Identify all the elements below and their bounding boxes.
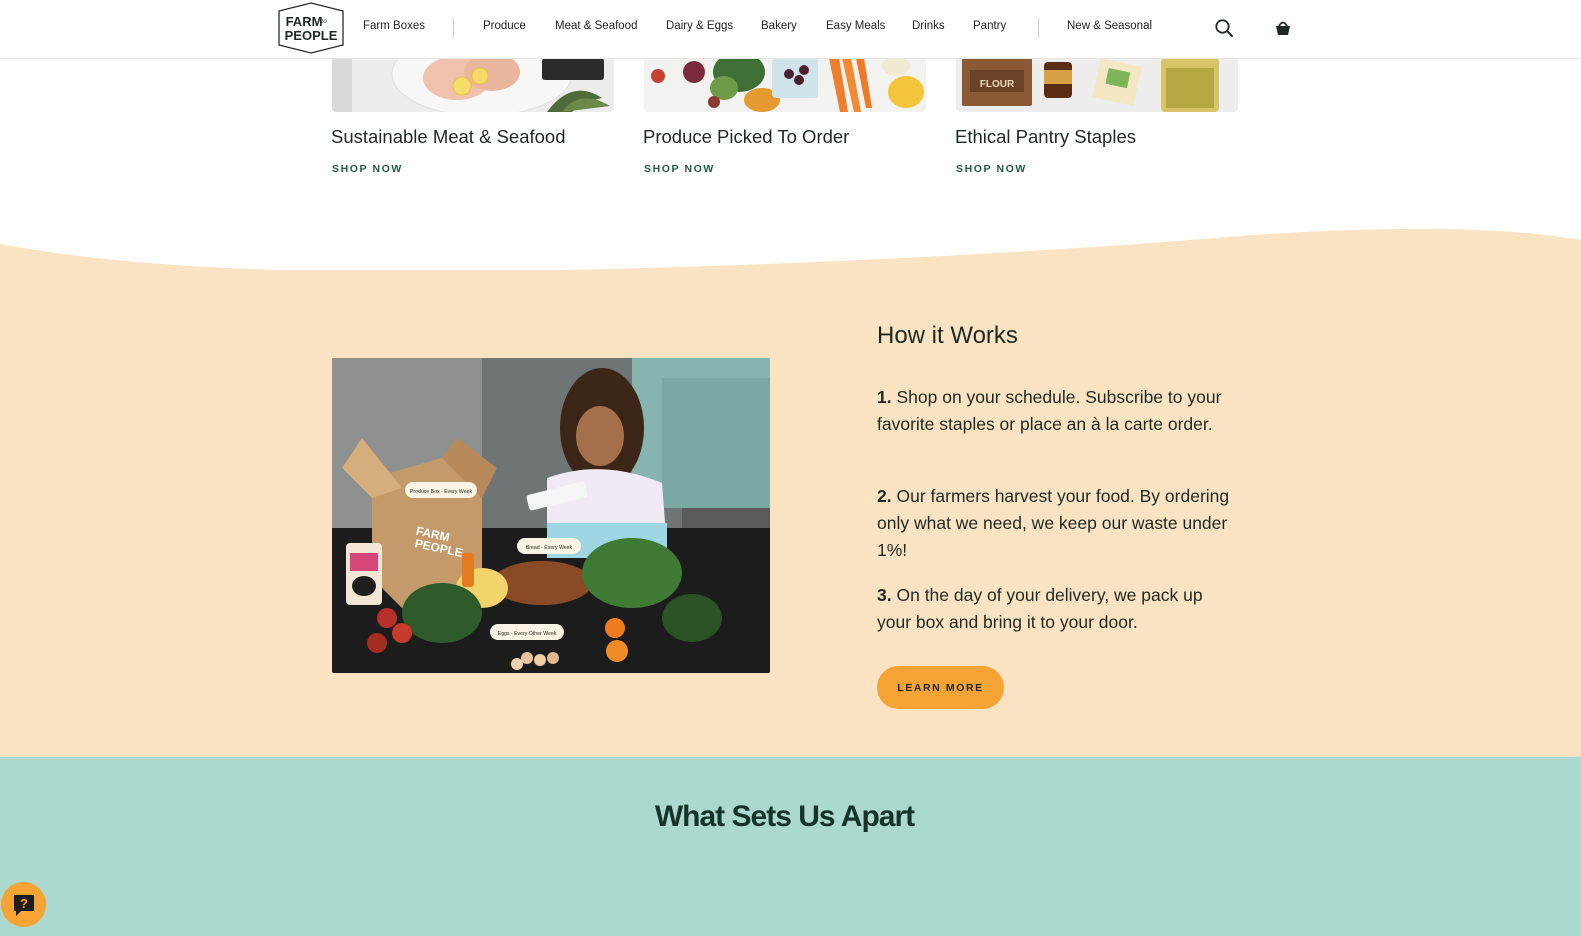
step-number: 3. [877,585,892,605]
help-chat-button[interactable]: ? [1,882,46,927]
logo-text-people: PEOPLE [285,28,338,43]
how-it-works-title: How it Works [877,322,1018,349]
category-title-pantry[interactable]: Ethical Pantry Staples [955,126,1136,148]
meat-seafood-image[interactable] [332,58,614,112]
help-chat-icon: ? [13,894,34,916]
photo-tag-produce-box: Produce Box - Every Week [410,489,473,495]
step-number: 2. [877,486,892,506]
produce-image[interactable] [644,58,926,112]
nav-pantry[interactable]: Pantry [973,20,1006,32]
delivery-box-photo: FARM PEOPLE Produce Box - Every Week Bre… [332,358,770,673]
step-number: 1. [877,387,892,407]
nav-divider [1038,18,1039,38]
nav-dairy-eggs[interactable]: Dairy & Eggs [666,20,733,32]
step-text: Our farmers harvest your food. By orderi… [877,486,1230,560]
what-sets-us-apart-section [0,757,1581,936]
shop-now-link-produce[interactable]: SHOP NOW [644,163,715,175]
photo-tag-bread: Bread - Every Week [526,545,573,551]
shop-now-link-pantry[interactable]: SHOP NOW [956,163,1027,175]
farm-to-people-logo[interactable]: FARM to PEOPLE [277,2,345,54]
how-it-works-section [0,270,1581,757]
how-step-3: 3. On the day of your delivery, we pack … [877,582,1237,636]
step-text: Shop on your schedule. Subscribe to your… [877,387,1222,434]
svg-text:FLOUR: FLOUR [980,79,1015,90]
category-title-meat-seafood[interactable]: Sustainable Meat & Seafood [331,126,566,148]
search-icon[interactable] [1213,17,1235,39]
shop-now-link-meat-seafood[interactable]: SHOP NOW [332,163,403,175]
help-question-glyph: ? [20,896,28,911]
logo-text-farm: FARM [286,14,323,29]
nav-produce[interactable]: Produce [483,20,526,32]
logo-text-to: to [321,17,327,25]
photo-tag-eggs: Eggs - Every Other Week [498,631,557,637]
nav-divider [453,18,454,38]
nav-new-seasonal[interactable]: New & Seasonal [1067,20,1152,32]
what-sets-us-apart-title: What Sets Us Apart [654,800,915,833]
how-step-2: 2. Our farmers harvest your food. By ord… [877,483,1237,564]
pantry-image[interactable]: FLOUR [956,58,1238,112]
step-text: On the day of your delivery, we pack up … [877,585,1203,632]
nav-easy-meals[interactable]: Easy Meals [826,20,885,32]
how-step-1: 1. Shop on your schedule. Subscribe to y… [877,384,1237,438]
nav-bakery[interactable]: Bakery [761,20,797,32]
nav-farm-boxes[interactable]: Farm Boxes [363,20,425,32]
learn-more-button[interactable]: LEARN MORE [877,666,1004,709]
basket-icon[interactable] [1272,17,1294,39]
site-header: FARM to PEOPLE Farm Boxes Produce Meat &… [0,0,1581,59]
category-title-produce[interactable]: Produce Picked To Order [643,126,849,148]
nav-meat-seafood[interactable]: Meat & Seafood [555,20,637,32]
nav-drinks[interactable]: Drinks [912,20,945,32]
section-wave-divider [0,228,1581,286]
